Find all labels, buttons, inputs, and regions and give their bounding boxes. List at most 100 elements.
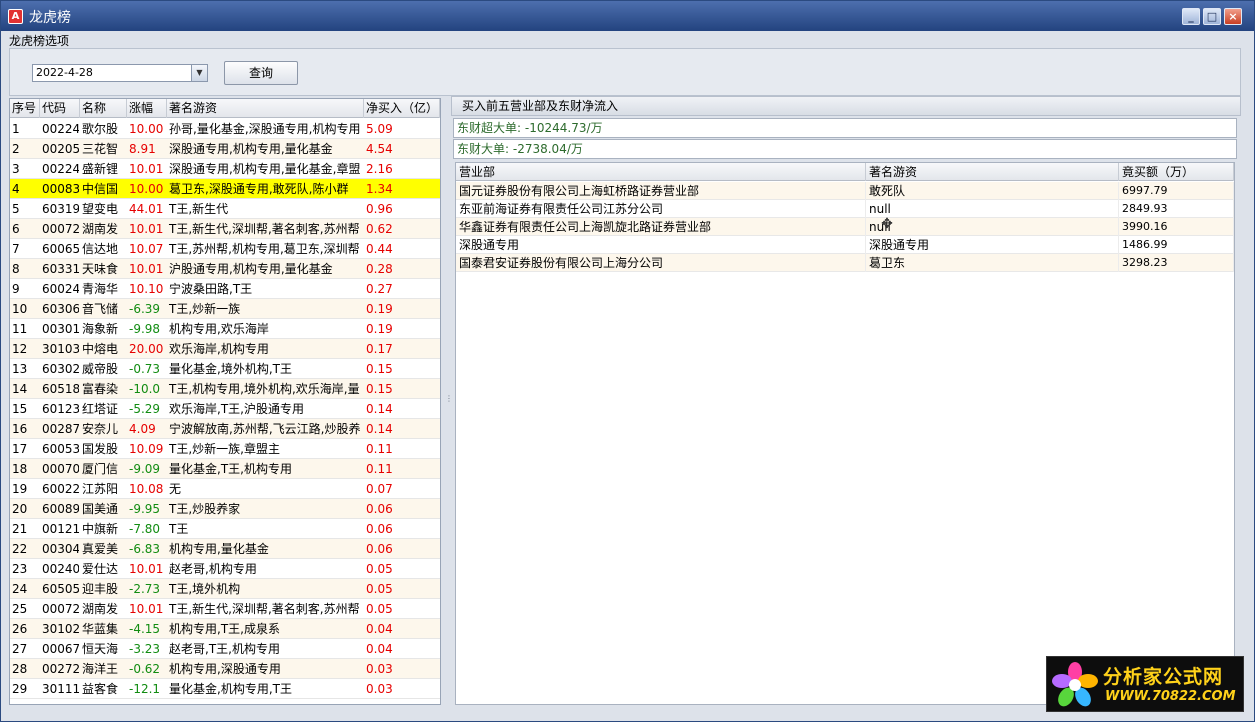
table-row[interactable]: 18 00070 厦门信 -9.09 量化基金,T王,机构专用 0.11 <box>10 459 440 479</box>
stock-code: 00072 <box>42 222 79 236</box>
department-fund: 深股通专用 <box>866 236 1119 254</box>
header-code[interactable]: 代码 <box>40 99 80 118</box>
stock-name: 海洋王 <box>82 662 119 676</box>
stock-name: 中旗新 <box>82 522 119 536</box>
famous-fund: 深股通专用,机构专用,量化基金 <box>169 142 333 156</box>
net-buy: 0.15 <box>366 362 393 376</box>
net-buy: 1.34 <box>366 182 393 196</box>
stock-code: 60022 <box>42 482 79 496</box>
minimize-button[interactable]: _ <box>1182 8 1200 25</box>
header-no[interactable]: 序号 <box>10 99 40 118</box>
table-row[interactable]: 5 60319 望变电 44.01 T王,新生代 0.96 <box>10 199 440 219</box>
table-row[interactable]: 14 60518 富春染 -10.0 T王,机构专用,境外机构,欢乐海岸,量 0.15 <box>10 379 440 399</box>
table-row[interactable]: 21 00121 中旗新 -7.80 T王 0.06 <box>10 519 440 539</box>
table-row[interactable]: 23 00240 爱仕达 10.01 赵老哥,机构专用 0.05 <box>10 559 440 579</box>
department-name: 国泰君安证券股份有限公司上海分公司 <box>456 254 866 272</box>
header-amount[interactable]: 竟买额（万） <box>1119 163 1234 181</box>
stock-name: 天味食 <box>82 262 119 276</box>
price-change: -3.23 <box>129 642 161 656</box>
title-bar[interactable]: A 龙虎榜 _ □ × <box>1 1 1254 31</box>
table-row[interactable]: 1 00224 歌尔股 10.00 孙哥,量化基金,深股通专用,机构专用 5.09 <box>10 119 440 139</box>
table-row[interactable]: 10 60306 音飞储 -6.39 T王,炒新一族 0.19 <box>10 299 440 319</box>
stock-code: 00304 <box>42 542 79 556</box>
department-fund: null <box>866 200 1119 218</box>
table-row[interactable]: 国泰君安证券股份有限公司上海分公司 葛卫东 3298.23 <box>456 254 1234 272</box>
stock-code: 00067 <box>42 642 79 656</box>
net-buy: 0.17 <box>366 342 393 356</box>
header-dept-fund[interactable]: 著名游资 <box>866 163 1119 181</box>
query-button[interactable]: 查询 <box>224 61 298 85</box>
price-change: 44.01 <box>129 202 164 216</box>
chevron-down-icon[interactable]: ▼ <box>191 65 207 81</box>
table-row[interactable]: 13 60302 威帝股 -0.73 量化基金,境外机构,T王 0.15 <box>10 359 440 379</box>
row-number: 16 <box>12 422 28 436</box>
table-row[interactable]: 25 00072 湖南发 10.01 T王,新生代,深圳帮,著名刺客,苏州帮 0.05 <box>10 599 440 619</box>
close-button[interactable]: × <box>1224 8 1242 25</box>
table-row[interactable]: 华鑫证券有限责任公司上海凯旋北路证券营业部 null 3990.16 <box>456 218 1234 236</box>
stock-code: 60319 <box>42 202 79 216</box>
table-row[interactable]: 15 60123 红塔证 -5.29 欢乐海岸,T王,沪股通专用 0.14 <box>10 399 440 419</box>
table-row[interactable]: 24 60505 迎丰股 -2.73 T王,境外机构 0.05 <box>10 579 440 599</box>
famous-fund: 孙哥,量化基金,深股通专用,机构专用 <box>169 122 361 136</box>
header-name[interactable]: 名称 <box>80 99 127 118</box>
table-row[interactable]: 4 00083 中信国 10.00 葛卫东,深股通专用,敢死队,陈小群 1.34 <box>10 179 440 199</box>
stock-name: 歌尔股 <box>82 122 119 136</box>
header-change[interactable]: 涨幅 <box>127 99 167 118</box>
header-department[interactable]: 营业部 <box>456 163 866 181</box>
famous-fund: T王,机构专用,境外机构,欢乐海岸,量 <box>169 382 360 396</box>
price-change: -9.98 <box>129 322 161 336</box>
table-row[interactable]: 9 60024 青海华 10.10 宁波桑田路,T王 0.27 <box>10 279 440 299</box>
row-number: 27 <box>12 642 28 656</box>
stock-name: 青海华 <box>82 282 119 296</box>
table-row[interactable]: 11 00301 海象新 -9.98 机构专用,欢乐海岸 0.19 <box>10 319 440 339</box>
table-row[interactable]: 2 00205 三花智 8.91 深股通专用,机构专用,量化基金 4.54 <box>10 139 440 159</box>
table-row[interactable]: 深股通专用 深股通专用 1486.99 <box>456 236 1234 254</box>
department-grid: 营业部 著名游资 竟买额（万） 国元证券股份有限公司上海虹桥路证券营业部 敢死队 6… <box>455 162 1235 705</box>
price-change: 10.01 <box>129 222 164 236</box>
date-dropdown[interactable]: 2022-4-28 ▼ <box>32 64 208 82</box>
famous-fund: T王 <box>169 522 189 536</box>
header-net[interactable]: 净买入（亿） <box>364 99 440 118</box>
table-row[interactable]: 19 60022 江苏阳 10.08 无 0.07 <box>10 479 440 499</box>
famous-fund: 量化基金,T王,机构专用 <box>169 462 292 476</box>
stock-code: 60065 <box>42 242 79 256</box>
maximize-button[interactable]: □ <box>1203 8 1221 25</box>
table-row[interactable]: 东亚前海证券有限责任公司江苏分公司 null 2849.93 <box>456 200 1234 218</box>
table-row[interactable]: 国元证券股份有限公司上海虹桥路证券营业部 敢死队 6997.79 <box>456 182 1234 200</box>
table-row[interactable]: 16 00287 安奈儿 4.09 宁波解放南,苏州帮,飞云江路,炒股养 0.14 <box>10 419 440 439</box>
table-row[interactable]: 8 60331 天味食 10.01 沪股通专用,机构专用,量化基金 0.28 <box>10 259 440 279</box>
price-change: 10.09 <box>129 442 164 456</box>
table-row[interactable]: 28 00272 海洋王 -0.62 机构专用,深股通专用 0.03 <box>10 659 440 679</box>
table-row[interactable]: 22 00304 真爱美 -6.83 机构专用,量化基金 0.06 <box>10 539 440 559</box>
table-row[interactable]: 7 60065 信达地 10.07 T王,苏州帮,机构专用,葛卫东,深圳帮 0.44 <box>10 239 440 259</box>
famous-fund: 机构专用,深股通专用 <box>169 662 281 676</box>
department-grid-header: 营业部 著名游资 竟买额（万） <box>456 163 1234 181</box>
table-row[interactable]: 26 30102 华蓝集 -4.15 机构专用,T王,成泉系 0.04 <box>10 619 440 639</box>
table-row[interactable]: 27 00067 恒天海 -3.23 赵老哥,T王,机构专用 0.04 <box>10 639 440 659</box>
row-number: 5 <box>12 202 20 216</box>
famous-fund: T王,境外机构 <box>169 582 241 596</box>
table-row[interactable]: 17 60053 国发股 10.09 T王,炒新一族,章盟主 0.11 <box>10 439 440 459</box>
date-value: 2022-4-28 <box>36 66 93 79</box>
price-change: -5.29 <box>129 402 161 416</box>
stock-name: 湖南发 <box>82 602 119 616</box>
net-buy: 0.03 <box>366 682 393 696</box>
table-row[interactable]: 20 60089 国美通 -9.95 T王,炒股养家 0.06 <box>10 499 440 519</box>
splitter-grip-icon[interactable]: ⋮ <box>445 394 453 404</box>
famous-fund: 量化基金,机构专用,T王 <box>169 682 292 696</box>
stock-name: 威帝股 <box>82 362 119 376</box>
panel-splitter[interactable]: ⋮ <box>444 98 453 705</box>
header-fund[interactable]: 著名游资 <box>167 99 364 118</box>
net-buy: 0.19 <box>366 302 393 316</box>
net-buy: 4.54 <box>366 142 393 156</box>
table-row[interactable]: 6 00072 湖南发 10.01 T王,新生代,深圳帮,著名刺客,苏州帮 0.62 <box>10 219 440 239</box>
net-buy: 0.96 <box>366 202 393 216</box>
table-row[interactable]: 12 30103 中熔电 20.00 欢乐海岸,机构专用 0.17 <box>10 339 440 359</box>
large-label: 东财大单: <box>457 142 510 156</box>
table-row[interactable]: 3 00224 盛新锂 10.01 深股通专用,机构专用,量化基金,章盟 2.16 <box>10 159 440 179</box>
table-row[interactable]: 29 30111 益客食 -12.1 量化基金,机构专用,T王 0.03 <box>10 679 440 699</box>
price-change: -4.15 <box>129 622 161 636</box>
department-fund: 敢死队 <box>866 182 1119 200</box>
row-number: 17 <box>12 442 28 456</box>
large-value: -2738.04/万 <box>512 142 583 156</box>
